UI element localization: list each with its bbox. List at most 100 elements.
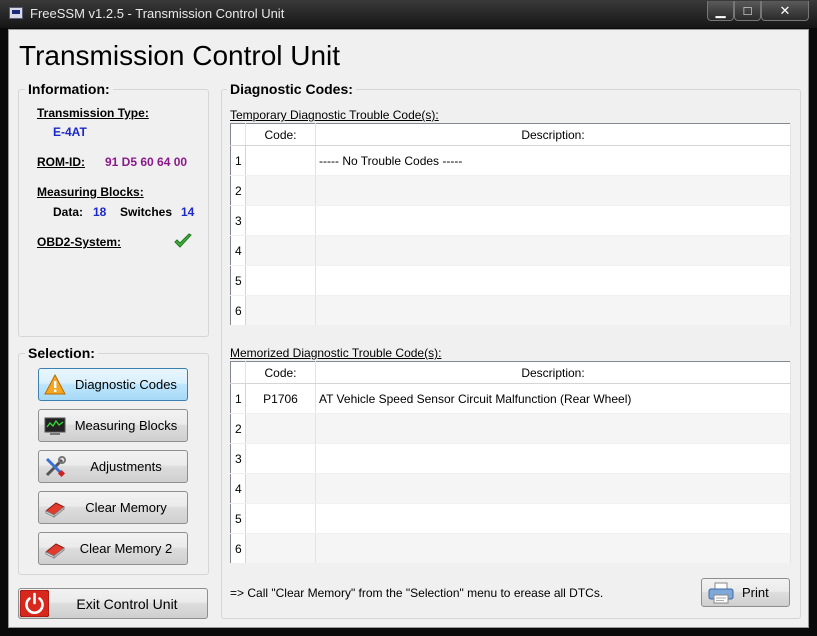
close-icon: ✕ [779, 2, 791, 18]
dtc-description-cell [315, 265, 791, 296]
dtc-code-cell [245, 503, 316, 534]
rownum-header [230, 123, 246, 146]
table-row[interactable]: 2 [230, 175, 791, 206]
printer-icon [708, 582, 734, 604]
memorized-dtc-table[interactable]: Code: Description: 1 P1706 AT Vehicle Spee… [230, 361, 791, 564]
window-titlebar[interactable]: FreeSSM v1.2.5 - Transmission Control Un… [0, 0, 817, 28]
row-number: 5 [230, 265, 246, 296]
clear-memory-hint: => Call "Clear Memory" from the "Selecti… [230, 586, 604, 600]
minimize-button[interactable]: ▁ [707, 1, 734, 21]
table-header: Code: Description: [230, 361, 791, 384]
dtc-code-cell [245, 533, 316, 564]
table-row[interactable]: 4 [230, 235, 791, 266]
monitor-icon [44, 417, 66, 435]
page-title: Transmission Control Unit [19, 40, 341, 71]
table-row[interactable]: 4 [230, 473, 791, 504]
eraser-icon [45, 502, 65, 519]
print-label: Print [742, 585, 769, 600]
clear-memory-2-button[interactable]: Clear Memory 2 [38, 532, 188, 565]
table-header: Code: Description: [230, 123, 791, 146]
row-number: 6 [230, 295, 246, 326]
clear-memory-button[interactable]: Clear Memory [38, 491, 188, 524]
row-number: 1 [230, 145, 246, 176]
dtc-code-cell [245, 175, 316, 206]
dtc-code-cell [245, 473, 316, 504]
adjustments-button[interactable]: Adjustments [38, 450, 188, 483]
window-title: FreeSSM v1.2.5 - Transmission Control Un… [30, 6, 285, 21]
dtc-description-cell: AT Vehicle Speed Sensor Circuit Malfunct… [315, 383, 791, 414]
rom-id-label: ROM-ID: [37, 155, 85, 169]
dtc-description-cell [315, 205, 791, 236]
row-number: 3 [230, 443, 246, 474]
measuring-blocks-button[interactable]: Measuring Blocks [38, 409, 188, 442]
row-number: 4 [230, 473, 246, 504]
print-button[interactable]: Print [701, 578, 790, 607]
data-value: 18 [93, 205, 107, 219]
rom-id-value: 91 D5 60 64 00 [105, 155, 188, 169]
selection-heading: Selection: [25, 345, 98, 361]
tools-icon [45, 456, 66, 478]
table-row[interactable]: 5 [230, 265, 791, 296]
code-header: Code: [245, 123, 316, 146]
table-row[interactable]: 1 ----- No Trouble Codes ----- [230, 145, 791, 176]
row-number: 1 [230, 383, 246, 414]
dtc-description-cell [315, 295, 791, 326]
minimize-icon: ▁ [715, 2, 726, 18]
code-header: Code: [245, 361, 316, 384]
power-icon [20, 590, 49, 617]
dtc-code-cell [245, 235, 316, 266]
transmission-type-value: E-4AT [53, 125, 87, 139]
dtc-description-cell [315, 533, 791, 564]
description-header: Description: [315, 361, 791, 384]
row-number: 2 [230, 175, 246, 206]
exit-control-unit-button[interactable]: Exit Control Unit [18, 588, 208, 619]
switches-label: Switches [120, 205, 173, 219]
clear-memory-label: Clear Memory [85, 500, 167, 515]
dtc-description-cell [315, 473, 791, 504]
close-button[interactable]: ✕ [761, 1, 809, 21]
memorized-dtc-caption: Memorized Diagnostic Trouble Code(s): [230, 346, 442, 360]
app-icon [9, 7, 23, 19]
main-window: Transmission Control Unit Information: T… [8, 29, 809, 628]
clear-memory-2-label: Clear Memory 2 [79, 541, 173, 556]
measuring-blocks-label: Measuring Blocks [74, 418, 178, 433]
table-row[interactable]: 6 [230, 295, 791, 326]
rownum-header [230, 361, 246, 384]
dtc-description-cell [315, 175, 791, 206]
table-row[interactable]: 1 P1706 AT Vehicle Speed Sensor Circuit Ma… [230, 383, 791, 414]
dtc-description-cell [315, 235, 791, 266]
maximize-button[interactable]: □ [734, 1, 761, 21]
table-row[interactable]: 3 [230, 205, 791, 236]
table-row[interactable]: 6 [230, 533, 791, 564]
row-number: 3 [230, 205, 246, 236]
eraser-icon [45, 543, 65, 560]
green-checkmark-icon [174, 233, 192, 248]
dtc-code-cell [245, 295, 316, 326]
temporary-dtc-table[interactable]: Code: Description: 1 ----- No Trouble Cod… [230, 123, 791, 326]
obd2-label: OBD2-System: [37, 235, 122, 249]
dtc-code-cell [245, 443, 316, 474]
dtc-code-cell: P1706 [245, 383, 316, 414]
maximize-icon: □ [743, 3, 752, 18]
row-number: 4 [230, 235, 246, 266]
measuring-blocks-label: Measuring Blocks: [37, 185, 144, 199]
switches-value: 14 [181, 205, 195, 219]
information-heading: Information: [25, 81, 113, 97]
adjustments-label: Adjustments [90, 459, 162, 474]
temporary-dtc-caption: Temporary Diagnostic Trouble Code(s): [230, 108, 439, 122]
diagnostic-codes-heading: Diagnostic Codes: [227, 81, 356, 97]
dtc-code-cell [245, 145, 316, 176]
description-header: Description: [315, 123, 791, 146]
table-row[interactable]: 2 [230, 413, 791, 444]
row-number: 6 [230, 533, 246, 564]
dtc-code-cell [245, 413, 316, 444]
row-number: 2 [230, 413, 246, 444]
table-row[interactable]: 3 [230, 443, 791, 474]
dtc-description-cell [315, 443, 791, 474]
dtc-description-cell [315, 413, 791, 444]
table-row[interactable]: 5 [230, 503, 791, 534]
row-number: 5 [230, 503, 246, 534]
dtc-code-cell [245, 265, 316, 296]
dtc-description-cell [315, 503, 791, 534]
diagnostic-codes-button[interactable]: Diagnostic Codes [38, 368, 188, 401]
